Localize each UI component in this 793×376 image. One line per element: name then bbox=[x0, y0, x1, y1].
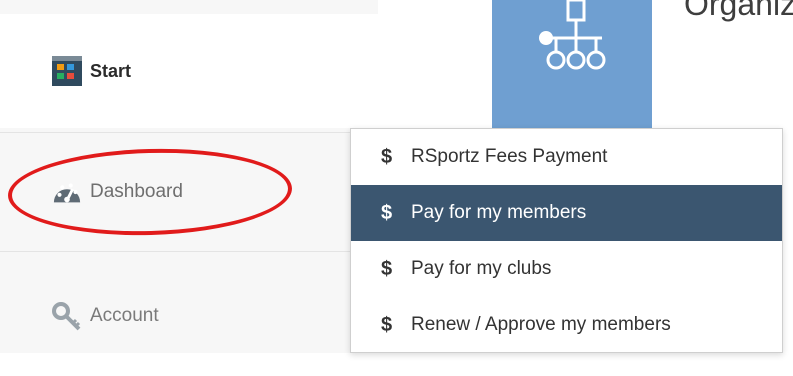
menu-item-label: Pay for my clubs bbox=[411, 258, 552, 279]
sidebar-item-account[interactable]: Account bbox=[0, 256, 378, 376]
menu-item-pay-for-my-members[interactable]: $ Pay for my members bbox=[351, 185, 782, 241]
menu-item-rsportz-fees-payment[interactable]: $ RSportz Fees Payment bbox=[351, 129, 782, 185]
payment-dropdown-menu: $ RSportz Fees Payment $ Pay for my memb… bbox=[350, 128, 783, 353]
menu-item-renew-approve-members[interactable]: $ Renew / Approve my members bbox=[351, 297, 782, 353]
org-chart-icon bbox=[532, 0, 616, 81]
dollar-icon: $ bbox=[381, 201, 393, 224]
org-tile[interactable] bbox=[492, 0, 652, 128]
menu-item-label: Pay for my members bbox=[411, 202, 587, 223]
sidebar-item-start[interactable]: Start bbox=[0, 14, 378, 128]
menu-item-label: RSportz Fees Payment bbox=[411, 146, 608, 167]
dollar-icon: $ bbox=[381, 313, 393, 336]
sidebar-item-label: Start bbox=[90, 60, 132, 81]
dollar-icon: $ bbox=[381, 257, 393, 280]
start-grid-icon bbox=[52, 56, 82, 86]
key-icon bbox=[52, 301, 82, 331]
menu-item-label: Renew / Approve my members bbox=[411, 314, 671, 335]
page-title: Organiz bbox=[684, 0, 793, 22]
sidebar-item-label: Account bbox=[90, 305, 159, 326]
menu-item-pay-for-my-clubs[interactable]: $ Pay for my clubs bbox=[351, 241, 782, 297]
dollar-icon: $ bbox=[381, 145, 393, 168]
